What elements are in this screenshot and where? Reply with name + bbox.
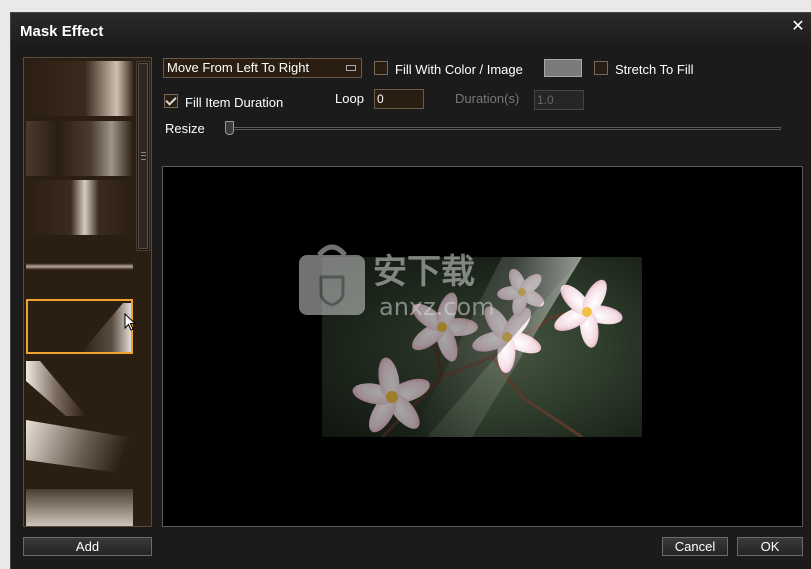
direction-select[interactable]: Move From Left To Right bbox=[163, 58, 362, 78]
dialog-title: Mask Effect bbox=[20, 23, 104, 40]
scrollbar-thumb[interactable] bbox=[138, 63, 148, 249]
mask-thumbnail[interactable] bbox=[26, 361, 133, 416]
direction-select-value: Move From Left To Right bbox=[167, 60, 310, 75]
stretch-to-fill-checkbox[interactable] bbox=[594, 61, 608, 75]
watermark-url: anxz.com bbox=[379, 293, 495, 321]
add-button[interactable]: Add bbox=[23, 537, 152, 556]
duration-input: 1.0 bbox=[534, 90, 584, 110]
thumbnail-scrollbar[interactable] bbox=[136, 61, 150, 251]
mouse-cursor-icon bbox=[124, 313, 137, 331]
close-icon[interactable]: ✕ bbox=[791, 19, 805, 35]
ok-button[interactable]: OK bbox=[737, 537, 803, 556]
mask-thumbnail-selected[interactable] bbox=[26, 299, 133, 354]
loop-label: Loop bbox=[335, 91, 364, 106]
mask-thumbnail[interactable] bbox=[26, 420, 133, 475]
mask-thumbnail[interactable] bbox=[26, 121, 133, 176]
resize-slider-track[interactable] bbox=[227, 127, 781, 130]
mask-thumbnail[interactable] bbox=[26, 239, 133, 294]
fill-with-color-label: Fill With Color / Image bbox=[395, 62, 523, 77]
grip-icon bbox=[141, 152, 146, 160]
mask-effect-dialog: Mask Effect ✕ Add Move From Left To Righ… bbox=[10, 12, 811, 569]
fill-color-swatch[interactable] bbox=[544, 59, 582, 77]
fill-item-duration-checkbox[interactable] bbox=[164, 94, 178, 108]
mask-thumbnail[interactable] bbox=[26, 61, 133, 116]
cancel-button[interactable]: Cancel bbox=[662, 537, 728, 556]
mask-thumbnail-list[interactable] bbox=[23, 57, 152, 527]
watermark-text: 安下载 bbox=[373, 252, 475, 292]
checkmark-icon bbox=[165, 94, 177, 106]
loop-input[interactable]: 0 bbox=[374, 89, 424, 109]
fill-with-color-checkbox[interactable] bbox=[374, 61, 388, 75]
preview-area: 安下载 anxz.com bbox=[162, 166, 803, 527]
duration-label: Duration(s) bbox=[455, 91, 520, 106]
mask-thumbnail[interactable] bbox=[26, 479, 133, 527]
resize-slider-handle[interactable] bbox=[225, 121, 234, 135]
fill-item-duration-label: Fill Item Duration bbox=[185, 95, 284, 110]
dropdown-icon bbox=[346, 65, 356, 71]
title-bar[interactable]: Mask Effect ✕ bbox=[11, 13, 811, 47]
watermark-logo: 安下载 anxz.com bbox=[299, 244, 495, 321]
stretch-to-fill-label: Stretch To Fill bbox=[615, 62, 694, 77]
resize-label: Resize bbox=[165, 121, 205, 136]
mask-thumbnail[interactable] bbox=[26, 180, 133, 235]
